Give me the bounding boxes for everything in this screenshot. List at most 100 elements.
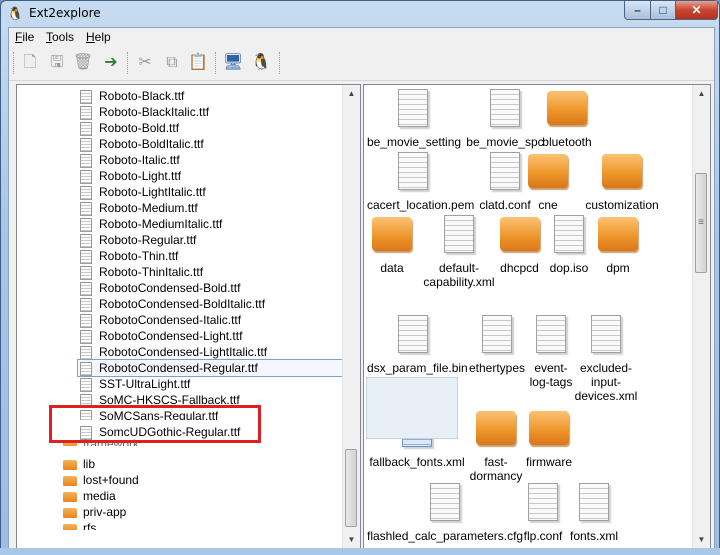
folder-item[interactable]: dhcpcd	[492, 217, 547, 275]
folder-item[interactable]: customization	[576, 154, 668, 212]
file-item[interactable]: event-log-tags	[525, 315, 577, 389]
close-button[interactable]: ✕	[675, 1, 718, 20]
folder-tree-pane[interactable]: Roboto-Black.ttf Roboto-BlackItalic.ttf …	[16, 84, 361, 549]
folder-icon	[63, 459, 77, 470]
file-item[interactable]: flp.conf	[519, 483, 567, 543]
scroll-thumb[interactable]: ≡	[695, 173, 707, 273]
file-icon	[80, 233, 92, 248]
scroll-up-arrow[interactable]: ▲	[693, 85, 710, 102]
tree-folder-item[interactable]: rfs	[63, 520, 96, 530]
file-icon	[80, 313, 92, 328]
document-icon	[398, 315, 428, 353]
folder-icon	[63, 523, 77, 530]
tree-file-item[interactable]: Roboto-LightItalic.ttf	[80, 184, 206, 200]
tree-file-item[interactable]: Roboto-Thin.ttf	[80, 248, 178, 264]
document-icon	[482, 315, 512, 353]
file-item[interactable]: be_movie_setting	[367, 89, 461, 149]
document-icon	[591, 315, 621, 353]
document-icon	[579, 483, 609, 521]
file-item[interactable]: ethertypes	[462, 315, 532, 375]
save-icon[interactable]: 🗑	[71, 51, 95, 75]
tree-file-item[interactable]: RobotoCondensed-Italic.ttf	[80, 312, 241, 328]
disk-icon[interactable]: 🖫	[45, 51, 69, 75]
folder-item[interactable]: data	[367, 217, 417, 275]
linux-penguin-icon: 🐧	[7, 6, 24, 21]
tree-file-item[interactable]: RobotoCondensed-BoldItalic.ttf	[80, 296, 265, 312]
tree-file-item[interactable]: Roboto-BlackItalic.ttf	[80, 104, 209, 120]
file-item[interactable]: cacert_location.pem	[367, 152, 474, 212]
annotation-highlight-box	[49, 405, 261, 443]
tree-file-item[interactable]: Roboto-MediumItalic.ttf	[80, 216, 222, 232]
paste-icon[interactable]: 📋	[186, 51, 210, 75]
file-icon	[80, 345, 92, 360]
folder-icon	[602, 154, 642, 188]
scroll-down-arrow[interactable]: ▼	[343, 531, 360, 548]
document-icon	[444, 215, 474, 253]
folder-icon	[547, 91, 587, 125]
file-icon-view-pane[interactable]: be_movie_setting be_movie_spc bluetooth …	[363, 84, 711, 549]
folder-icon	[63, 491, 77, 502]
copy-icon[interactable]: ⧉	[160, 51, 184, 75]
maximize-button[interactable]: □	[650, 1, 676, 20]
menu-tools[interactable]: Tools	[46, 30, 74, 44]
document-icon	[490, 152, 520, 190]
file-icon	[80, 377, 92, 392]
file-icon	[80, 137, 92, 152]
file-item[interactable]: excluded-input-devices.xml	[573, 315, 639, 403]
cut-icon[interactable]: ✂	[133, 51, 157, 75]
tree-folder-item[interactable]: lost+found	[63, 472, 139, 488]
drives-icon[interactable]: 🖥	[221, 51, 245, 75]
folder-item[interactable]: bluetooth	[521, 91, 613, 149]
file-icon	[80, 169, 92, 184]
menu-file[interactable]: File	[15, 30, 34, 44]
file-icon	[80, 265, 92, 280]
folder-item[interactable]: cne	[518, 154, 578, 212]
folder-item[interactable]: fast-dormancy	[468, 411, 524, 483]
tree-file-item[interactable]: SST-UltraLight.ttf	[80, 376, 190, 392]
tree-file-item[interactable]: RobotoCondensed-Bold.ttf	[80, 280, 240, 296]
tree-folder-item[interactable]: lib	[63, 456, 95, 472]
file-item[interactable]: default-capability.xml	[414, 215, 504, 289]
tree-file-item[interactable]: Roboto-Italic.ttf	[80, 152, 180, 168]
tree-folder-item[interactable]: media	[63, 488, 116, 504]
file-item[interactable]: dop.iso	[543, 215, 595, 275]
new-file-icon[interactable]: 🗋	[18, 51, 42, 75]
document-icon	[554, 215, 584, 253]
file-item[interactable]: flashled_calc_parameters.cfg	[367, 483, 523, 543]
files-vertical-scrollbar[interactable]: ▲ ≡ ▼	[692, 85, 710, 548]
file-icon	[80, 89, 92, 104]
tree-file-item[interactable]: Roboto-BoldItalic.ttf	[80, 136, 204, 152]
folder-item[interactable]: firmware	[521, 411, 577, 469]
tree-file-item[interactable]: RobotoCondensed-Light.ttf	[80, 328, 242, 344]
tree-file-item[interactable]: Roboto-Black.ttf	[80, 88, 184, 104]
window-title: Ext2explore	[29, 6, 101, 20]
title-bar[interactable]: 🐧 Ext2explore – □ ✕	[1, 1, 719, 27]
file-item[interactable]: fonts.xml	[566, 483, 622, 543]
folder-icon	[476, 411, 516, 445]
tree-vertical-scrollbar[interactable]: ▲ ▼	[342, 85, 360, 548]
tree-file-item[interactable]: RobotoCondensed-LightItalic.ttf	[80, 344, 267, 360]
minimize-button[interactable]: –	[624, 1, 651, 20]
export-icon[interactable]: ➔	[99, 51, 123, 75]
tree-file-item[interactable]: Roboto-ThinItalic.ttf	[80, 264, 203, 280]
scroll-up-arrow[interactable]: ▲	[343, 85, 360, 102]
tree-file-item-selected[interactable]: RobotoCondensed-Regular.ttf	[77, 359, 351, 377]
file-icon	[80, 153, 92, 168]
tree-file-item[interactable]: Roboto-Medium.ttf	[80, 200, 198, 216]
toolbar-separator	[13, 52, 15, 74]
folder-item[interactable]: dpm	[592, 217, 644, 275]
file-icon	[80, 281, 92, 296]
client-area: File Tools Help 🗋 🖫 🗑 ➔ ✂ ⧉ 📋 🖥 🐧 Roboto…	[8, 27, 715, 551]
file-icon	[80, 105, 92, 120]
document-icon	[430, 483, 460, 521]
file-item[interactable]: dsx_param_file.bin	[367, 315, 468, 375]
scroll-thumb[interactable]	[345, 449, 357, 527]
linux-icon[interactable]: 🐧	[249, 51, 273, 75]
document-icon	[536, 315, 566, 353]
tree-file-item[interactable]: Roboto-Regular.ttf	[80, 232, 196, 248]
scroll-down-arrow[interactable]: ▼	[693, 531, 710, 548]
tree-file-item[interactable]: Roboto-Light.ttf	[80, 168, 181, 184]
tree-file-item[interactable]: Roboto-Bold.ttf	[80, 120, 179, 136]
tree-folder-item[interactable]: priv-app	[63, 504, 126, 520]
menu-help[interactable]: Help	[86, 30, 111, 44]
